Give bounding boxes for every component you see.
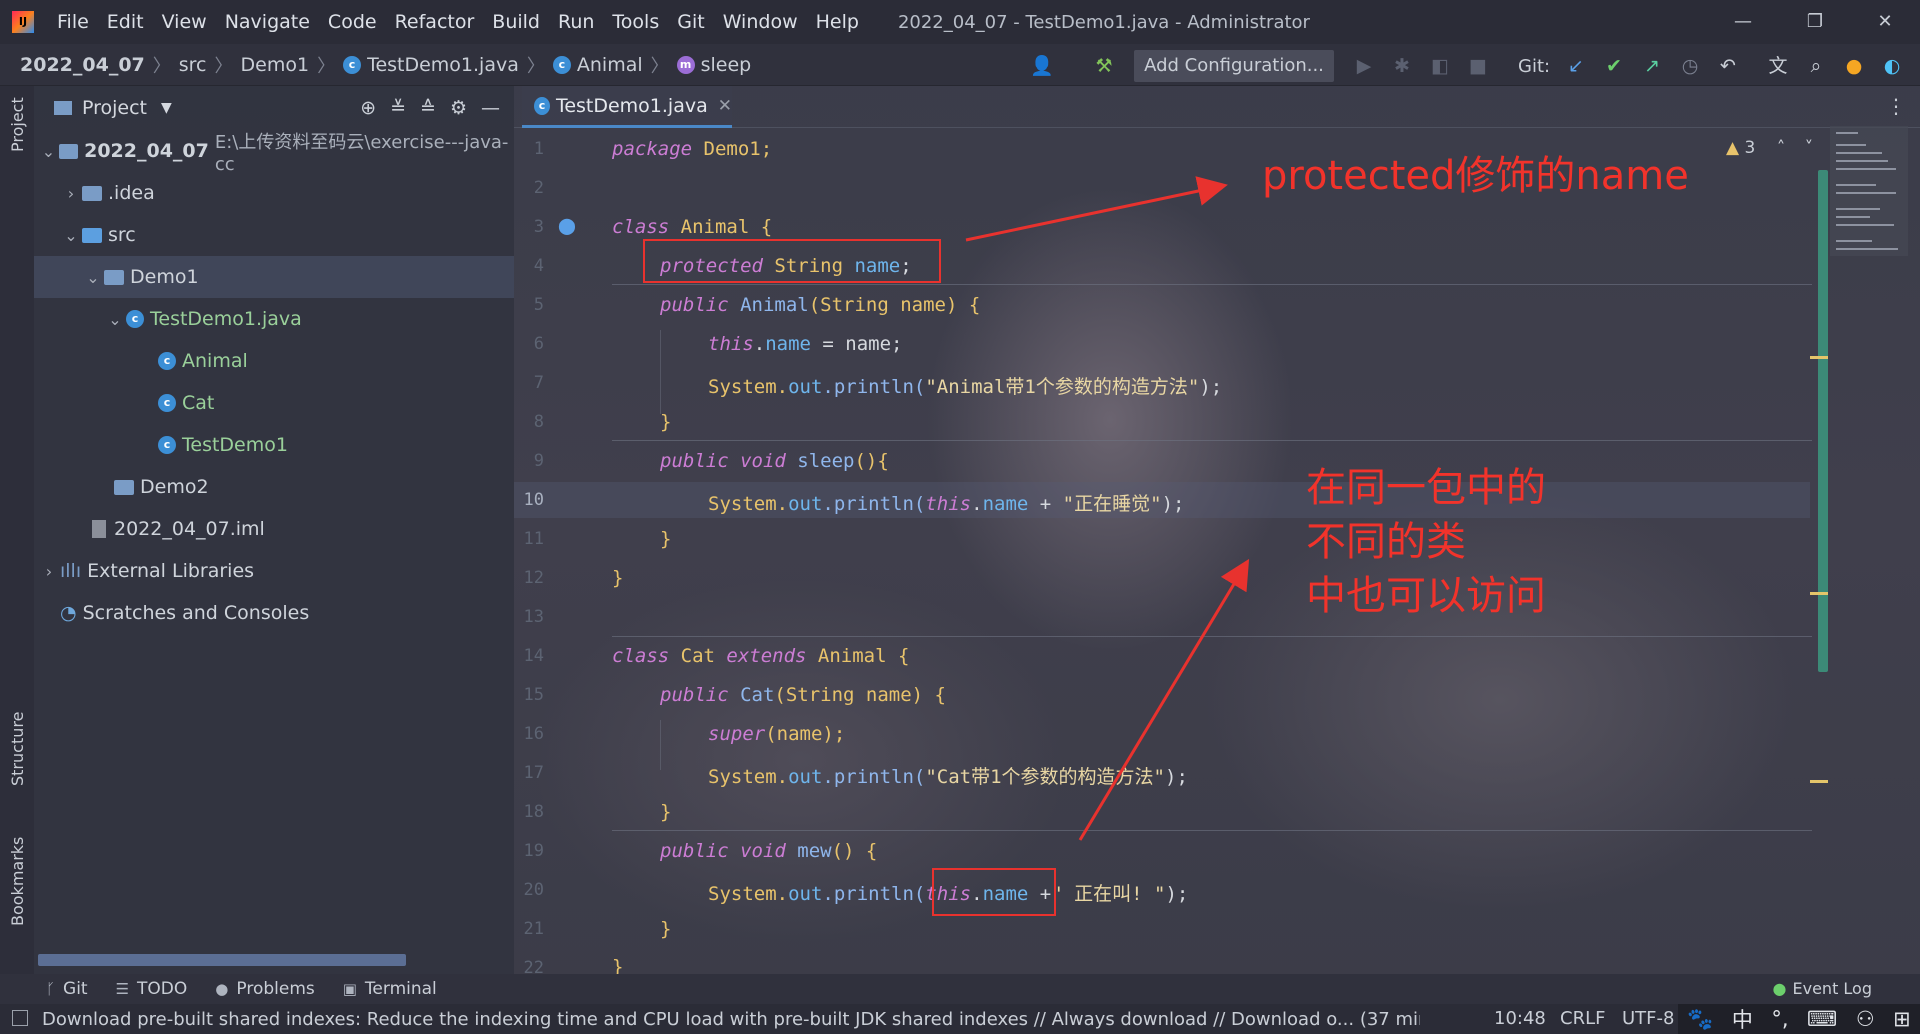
ime-indicator[interactable]: 中 [1732,1004,1753,1034]
status-message[interactable]: Download pre-built shared indexes: Reduc… [0,1009,1420,1030]
minimap-line [1836,248,1898,250]
terminal-icon: ▣ [342,980,357,998]
inspection-widget[interactable]: ▲ 3 ˄ ˅ [1726,138,1813,158]
line-separator[interactable]: CRLF [1560,1004,1605,1034]
annotation-line-2: 不同的类 [1306,519,1466,565]
problems-tool-button[interactable]: ● Problems [201,979,328,999]
terminal-tool-button[interactable]: ▣ Terminal [329,979,451,999]
tool-window-bar: ᚴ Git ☰ TODO ● Problems ▣ Terminal [0,974,1920,1004]
git-tool-label: Git [63,979,88,999]
arrow-to-protected-label [965,176,1228,242]
warning-stripe-mark[interactable] [1810,592,1828,595]
system-tray: 🐾 中 °, ⌨ ⚇ ⊞ [1678,1004,1920,1034]
minimap-line [1836,192,1896,194]
todo-tool-label: TODO [137,979,188,999]
minimap-line [1836,144,1866,146]
minimap-line [1836,160,1888,162]
warning-stripe-mark[interactable] [1810,780,1828,783]
paw-icon[interactable]: 🐾 [1687,1007,1713,1032]
file-encoding[interactable]: UTF-8 [1622,1004,1674,1034]
code-minimap[interactable] [1830,126,1908,256]
minimap-line [1836,224,1894,226]
event-log-label: Event Log [1792,979,1873,998]
punctuation-icon[interactable]: °, [1771,1007,1788,1031]
list-icon: ☰ [115,980,130,998]
annotation-protected-name: protected修饰的name [1262,153,1689,199]
annotation-line-3: 中也可以访问 [1306,573,1546,619]
chevron-down-icon[interactable]: ˅ [1805,138,1814,158]
arrow-to-access-label [1078,558,1250,841]
todo-tool-button[interactable]: ☰ TODO [102,979,202,999]
info-icon: ● [215,980,229,998]
minimap-line [1836,132,1858,134]
minimap-line [1836,152,1882,154]
annotation-line-1: 在同一包中的 [1306,465,1546,511]
caret-position[interactable]: 10:48 [1494,1004,1546,1034]
grid-icon[interactable]: ⊞ [1893,1007,1911,1031]
warning-stripe-mark[interactable] [1810,356,1828,359]
event-log-button[interactable]: ● Event Log [1773,974,1872,1004]
warning-count: 3 [1744,138,1756,158]
minimap-line [1836,208,1880,210]
git-branch-icon: ᚴ [46,980,56,998]
minimap-line [1836,168,1896,170]
chevron-up-icon[interactable]: ˄ [1777,138,1786,158]
event-log-icon: ● [1772,979,1787,998]
minimap-line [1836,184,1876,186]
git-tool-button[interactable]: ᚴ Git [32,979,102,999]
keyboard-icon[interactable]: ⌨ [1807,1007,1837,1031]
minimap-line [1836,216,1870,218]
user-icon[interactable]: ⚇ [1856,1007,1875,1031]
warning-icon: ▲ [1726,138,1740,158]
terminal-tool-label: Terminal [364,979,437,999]
problems-tool-label: Problems [236,979,315,999]
toggle-tool-windows-icon[interactable] [12,1010,28,1026]
minimap-line [1836,240,1872,242]
editor-vertical-scrollbar[interactable] [1818,170,1828,672]
